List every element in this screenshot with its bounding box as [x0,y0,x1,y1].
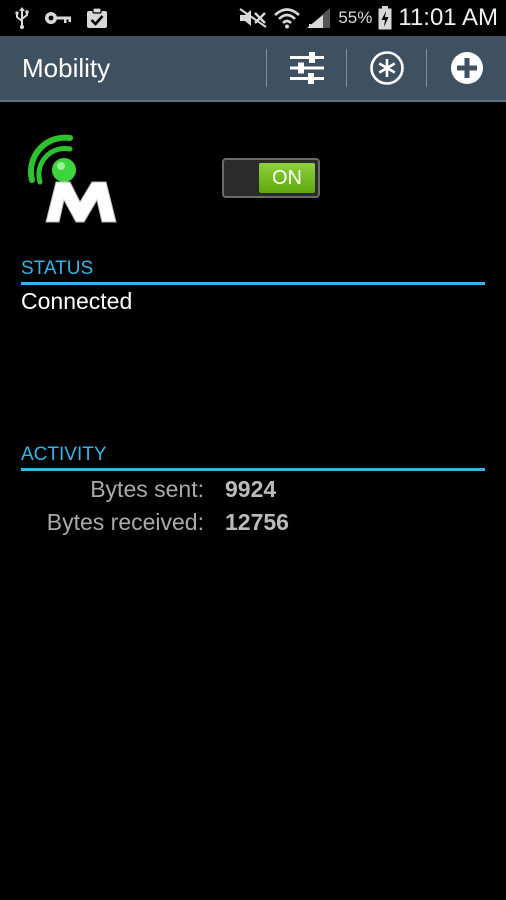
clipboard-check-icon [86,7,108,29]
bytes-received-value: 12756 [225,509,289,535]
vpn-toggle-switch[interactable]: ON [222,158,320,198]
add-button[interactable] [427,35,506,101]
toggle-label: ON [272,166,302,189]
settings-sliders-icon [289,52,324,84]
app-logo [24,130,120,226]
usb-icon [14,7,30,29]
signal-icon [306,7,332,29]
battery-percent: 55% [338,8,373,27]
app-title: Mobility [22,52,111,83]
action-bar: Mobility [0,36,506,102]
bytes-sent-label: Bytes sent: [90,476,204,502]
bytes-sent-value: 9924 [225,476,277,502]
bytes-sent-row: Bytes sent: 9924 [0,476,506,508]
settings-button[interactable] [267,35,346,101]
status-header: STATUS [21,258,485,285]
options-button[interactable] [347,35,426,101]
status-bar-left [14,7,122,29]
add-circle-icon [450,52,483,84]
bytes-received-row: Bytes received: 12756 [0,509,506,541]
status-bar: 55% 11:01 AM [0,0,506,36]
asterisk-circle-icon [369,51,404,85]
activity-header: ACTIVITY [21,444,485,471]
status-bar-right: 55% 11:01 AM [232,4,498,32]
status-value: Connected [21,288,133,314]
battery-icon [378,6,392,30]
bytes-received-label: Bytes received: [46,509,204,535]
clock: 11:01 AM [398,4,498,31]
screen: 55% 11:01 AM Mobility ON STATUS Connecte… [0,0,506,900]
key-icon [44,10,72,26]
mute-icon [238,7,268,29]
wifi-icon [274,7,301,29]
toggle-knob: ON [259,163,315,193]
